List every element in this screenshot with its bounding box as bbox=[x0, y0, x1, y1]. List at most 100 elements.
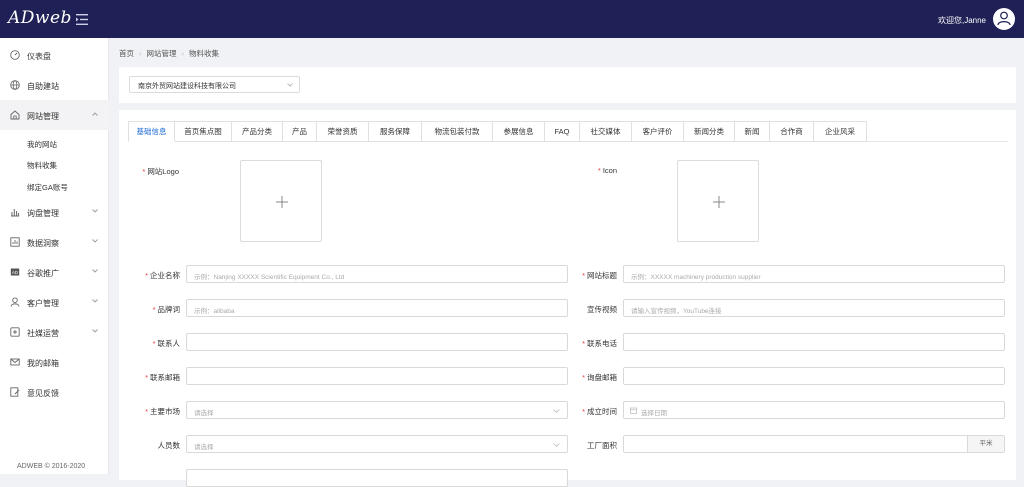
tab-home-banner[interactable]: 首页焦点图 bbox=[175, 121, 232, 142]
contact-label: * 联系人 bbox=[152, 339, 180, 348]
tab-logistics[interactable]: 物流包装付款 bbox=[422, 121, 493, 142]
video-input[interactable]: 请输入宣传视频，YouTube连接 bbox=[623, 299, 1005, 317]
user-avatar[interactable] bbox=[993, 8, 1015, 30]
chevron-down-icon bbox=[287, 83, 293, 87]
factory-area-unit: 平米 bbox=[967, 436, 1004, 452]
sidebar-item-label: 询盘管理 bbox=[27, 209, 59, 218]
globe-icon bbox=[10, 80, 20, 90]
tab-reviews[interactable]: 客户评价 bbox=[632, 121, 684, 142]
chevron-down-icon bbox=[92, 209, 98, 213]
site-title-label: * 网站标题 bbox=[582, 271, 617, 280]
founded-date-placeholder: 选择日期 bbox=[641, 410, 667, 417]
breadcrumb-home[interactable]: 首页 bbox=[119, 49, 134, 58]
chevron-down-icon bbox=[92, 269, 98, 273]
tab-products[interactable]: 产品 bbox=[283, 121, 317, 142]
staff-select[interactable]: 请选择 bbox=[186, 435, 568, 453]
logo-upload[interactable] bbox=[240, 160, 322, 242]
inquiry-email-input[interactable] bbox=[623, 367, 1005, 385]
form-card: 基础信息 首页焦点图 产品分类 产品 荣誉资质 服务保障 物流包装付款 参展信息… bbox=[119, 110, 1016, 487]
tab-exhibition[interactable]: 参展信息 bbox=[493, 121, 545, 142]
chevron-down-icon bbox=[92, 239, 98, 243]
tab-company-style[interactable]: 企业风采 bbox=[814, 121, 867, 142]
tab-service[interactable]: 服务保障 bbox=[369, 121, 422, 142]
tab-news-category[interactable]: 新闻分类 bbox=[684, 121, 735, 142]
brand-label: * 品牌词 bbox=[152, 305, 180, 314]
chevron-up-icon bbox=[92, 112, 98, 116]
email-input[interactable] bbox=[186, 367, 568, 385]
sidebar-item-customer[interactable]: 客户管理 bbox=[0, 287, 109, 317]
sidebar-item-mailbox[interactable]: 我的邮箱 bbox=[0, 347, 109, 377]
data-insight-icon bbox=[10, 237, 20, 247]
feedback-icon bbox=[10, 387, 20, 397]
dashboard-icon bbox=[10, 50, 20, 60]
icon-label: * Icon bbox=[597, 166, 617, 175]
staff-select-placeholder: 请选择 bbox=[194, 444, 214, 451]
sidebar-item-label: 我的邮箱 bbox=[27, 359, 59, 368]
brand-input[interactable]: 示例：alibaba bbox=[186, 299, 568, 317]
breadcrumb: 首页 › 网站管理 › 物料收集 bbox=[119, 49, 219, 58]
sidebar-subitem-my-sites[interactable]: 我的网站 bbox=[27, 139, 57, 150]
contact-input[interactable] bbox=[186, 333, 568, 351]
phone-input[interactable] bbox=[623, 333, 1005, 351]
site-title-input[interactable]: 示例：XXXXX machinery production supplier bbox=[623, 265, 1005, 283]
sidebar-item-dashboard[interactable]: 仪表盘 bbox=[0, 40, 109, 70]
chevron-down-icon bbox=[92, 329, 98, 333]
market-label: * 主要市场 bbox=[145, 407, 180, 416]
tab-bar: 基础信息 首页焦点图 产品分类 产品 荣誉资质 服务保障 物流包装付款 参展信息… bbox=[128, 121, 1008, 142]
founded-date-picker[interactable]: 选择日期 bbox=[623, 401, 1005, 419]
company-select[interactable]: 南京外贸网站建设科技有限公司 bbox=[129, 76, 300, 93]
factory-area-label: 工厂面积 bbox=[587, 441, 617, 450]
tab-news[interactable]: 新闻 bbox=[735, 121, 770, 142]
video-label: 宣传视频 bbox=[587, 305, 617, 314]
calendar-icon bbox=[630, 407, 637, 414]
sidebar-item-social-media[interactable]: 社媒运营 bbox=[0, 317, 109, 347]
tab-basic-info[interactable]: 基础信息 bbox=[128, 121, 175, 142]
website-icon bbox=[10, 110, 20, 120]
sidebar-item-label: 自助建站 bbox=[27, 82, 59, 91]
avatar-icon bbox=[997, 11, 1011, 26]
company-name-input[interactable]: 示例：Nanjing XXXXX Scientific Equipment Co… bbox=[186, 265, 568, 283]
copyright: ADWEB © 2016-2020 bbox=[17, 463, 86, 470]
welcome-text: 欢迎您,Janne bbox=[937, 16, 986, 25]
sidebar-item-label: 网站管理 bbox=[27, 112, 59, 121]
sidebar-subitem-bind-ga[interactable]: 绑定GA账号 bbox=[27, 182, 68, 193]
company-name-label: * 企业名称 bbox=[145, 271, 180, 280]
founded-label: * 成立时间 bbox=[582, 407, 617, 416]
tab-honors[interactable]: 荣誉资质 bbox=[317, 121, 369, 142]
company-select-value: 南京外贸网站建设科技有限公司 bbox=[138, 83, 236, 90]
sidebar-item-label: 仪表盘 bbox=[27, 52, 51, 61]
phone-label: * 联系电话 bbox=[582, 339, 617, 348]
icon-upload[interactable] bbox=[677, 160, 759, 242]
ad-icon: AD bbox=[10, 268, 20, 276]
sidebar-item-site-builder[interactable]: 自助建站 bbox=[0, 70, 109, 100]
tab-social-media[interactable]: 社交媒体 bbox=[580, 121, 632, 142]
breadcrumb-website-management[interactable]: 网站管理 bbox=[147, 49, 177, 58]
logo: ADweb bbox=[8, 8, 72, 28]
sidebar-item-label: 数据洞察 bbox=[27, 239, 59, 248]
sidebar-item-feedback[interactable]: 意见反馈 bbox=[0, 377, 109, 407]
sidebar-item-website-management[interactable]: 网站管理 bbox=[0, 100, 109, 130]
mail-icon bbox=[10, 358, 20, 366]
breadcrumb-current: 物料收集 bbox=[189, 49, 219, 58]
sidebar-item-label: 意见反馈 bbox=[27, 389, 59, 398]
menu-collapse-icon[interactable] bbox=[76, 14, 88, 25]
tab-faq[interactable]: FAQ bbox=[545, 121, 580, 142]
sidebar-item-label: 谷歌推广 bbox=[27, 269, 59, 278]
sidebar-item-label: 客户管理 bbox=[27, 299, 59, 308]
sidebar-subitem-material-collection[interactable]: 物料收集 bbox=[27, 160, 57, 171]
sidebar-item-inquiry[interactable]: 询盘管理 bbox=[0, 197, 109, 227]
sidebar-item-google-ads[interactable]: AD 谷歌推广 bbox=[0, 257, 109, 287]
tab-product-category[interactable]: 产品分类 bbox=[232, 121, 283, 142]
sidebar-item-label: 社媒运营 bbox=[27, 329, 59, 338]
email-label: * 联系邮箱 bbox=[145, 373, 180, 382]
tab-partners[interactable]: 合作商 bbox=[770, 121, 814, 142]
plus-icon bbox=[713, 196, 725, 208]
factory-area-input[interactable]: 平米 bbox=[623, 435, 1005, 453]
user-icon bbox=[10, 297, 20, 307]
bar-chart-icon bbox=[11, 209, 20, 217]
market-select[interactable]: 请选择 bbox=[186, 401, 568, 419]
main-content: 首页 › 网站管理 › 物料收集 南京外贸网站建设科技有限公司 基础信息 首页焦点图 产… bbox=[110, 38, 1024, 487]
sidebar: 仪表盘 自助建站 网站管理 我的网站 物料收集 绑定GA账号 询盘管理 数据洞察… bbox=[0, 38, 109, 474]
sidebar-item-data-insight[interactable]: 数据洞察 bbox=[0, 227, 109, 257]
next-row-input[interactable] bbox=[186, 469, 568, 487]
